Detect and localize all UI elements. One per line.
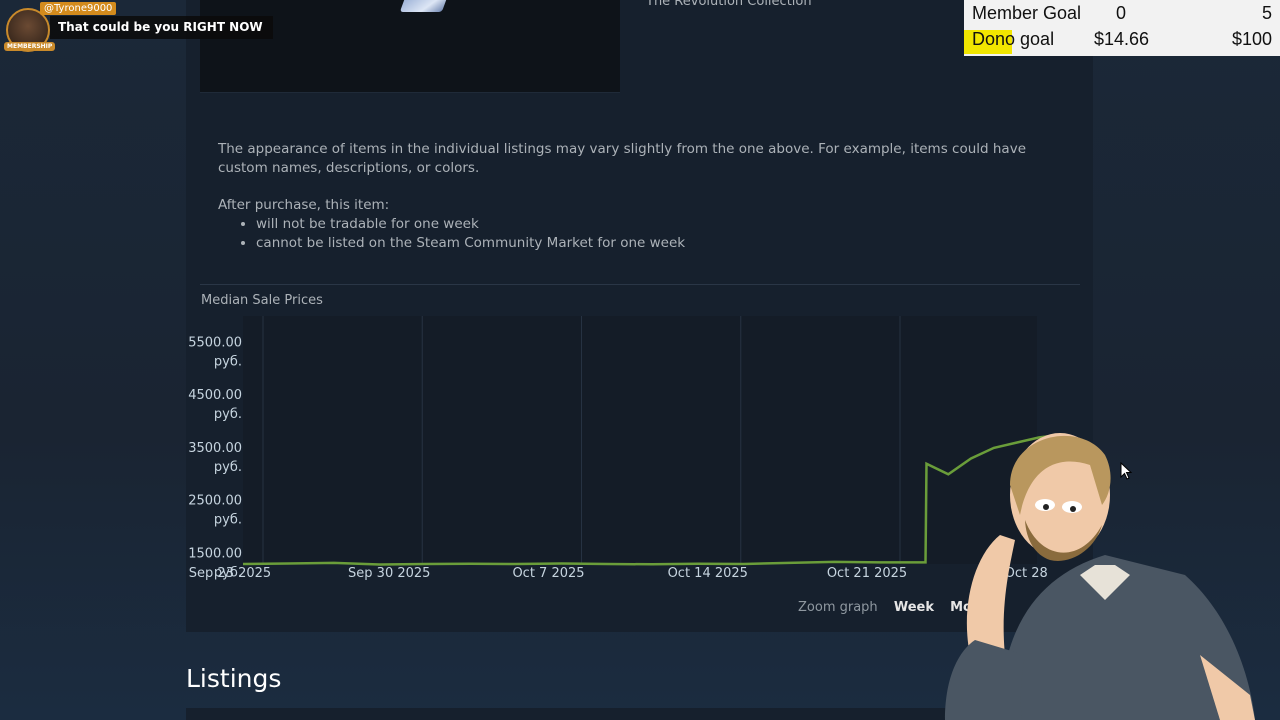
goal-label: Dono goal [972,29,1055,49]
median-price-chart[interactable]: 5500.00 руб. 4500.00 руб. 3500.00 руб. 2500.00… [180,310,1060,590]
y-tick-label: 4500.00 руб. [188,388,242,422]
goal-current: 0 [1116,3,1127,23]
item-description: The appearance of items in the individua… [218,140,1068,253]
zoom-label: Zoom graph [798,600,878,615]
y-tick-label: 3500.00 руб. [188,441,242,475]
appearance-note: The appearance of items in the individua… [218,141,1026,176]
goal-current: $14.66 [1094,29,1150,49]
restriction-item: cannot be listed on the Steam Community … [256,234,1068,253]
x-tick-label: Oct 7 2025 [512,566,584,581]
dono-goal-row: Dono goal $14.66 $100 [964,29,1280,55]
x-tick-label: Sep 30 2025 [348,566,430,581]
chart-title: Median Sale Prices [201,293,323,308]
zoom-week-button[interactable]: Week [894,600,934,615]
y-tick-label: 2500.00 руб. [188,494,242,528]
plot-area [243,316,1037,564]
x-tick-label: Oct 14 2025 [668,566,748,581]
membership-badge: MEMBERSHIP [4,42,56,51]
y-tick-label: 5500.00 руб. [188,335,242,369]
chat-username: @Tyrone9000 [40,2,117,15]
divider [200,284,1080,285]
item-image [200,0,620,93]
restriction-item: will not be tradable for one week [256,215,1068,234]
after-purchase-heading: After purchase, this item: [218,197,390,213]
member-goal-row: Member Goal 0 5 [964,3,1280,29]
listings-heading: Listings [186,664,282,693]
collection-name[interactable]: The Revolution Collection [646,0,812,9]
item-preview-image [399,0,447,12]
goal-target: 5 [1261,3,1272,23]
goal-target: $100 [1231,29,1272,49]
streamer-avatar-illustration [945,433,1255,720]
goal-label: Member Goal [972,3,1082,23]
x-tick-label: Oct 21 2025 [827,566,907,581]
restriction-list: will not be tradable for one week cannot… [218,215,1068,253]
goals-widget: Member Goal 0 5 Dono goal $14.66 $100 [964,0,1280,56]
x-tick-label: Sep 23 2025 [189,566,271,581]
chat-message: That could be you RIGHT NOW [50,16,273,39]
